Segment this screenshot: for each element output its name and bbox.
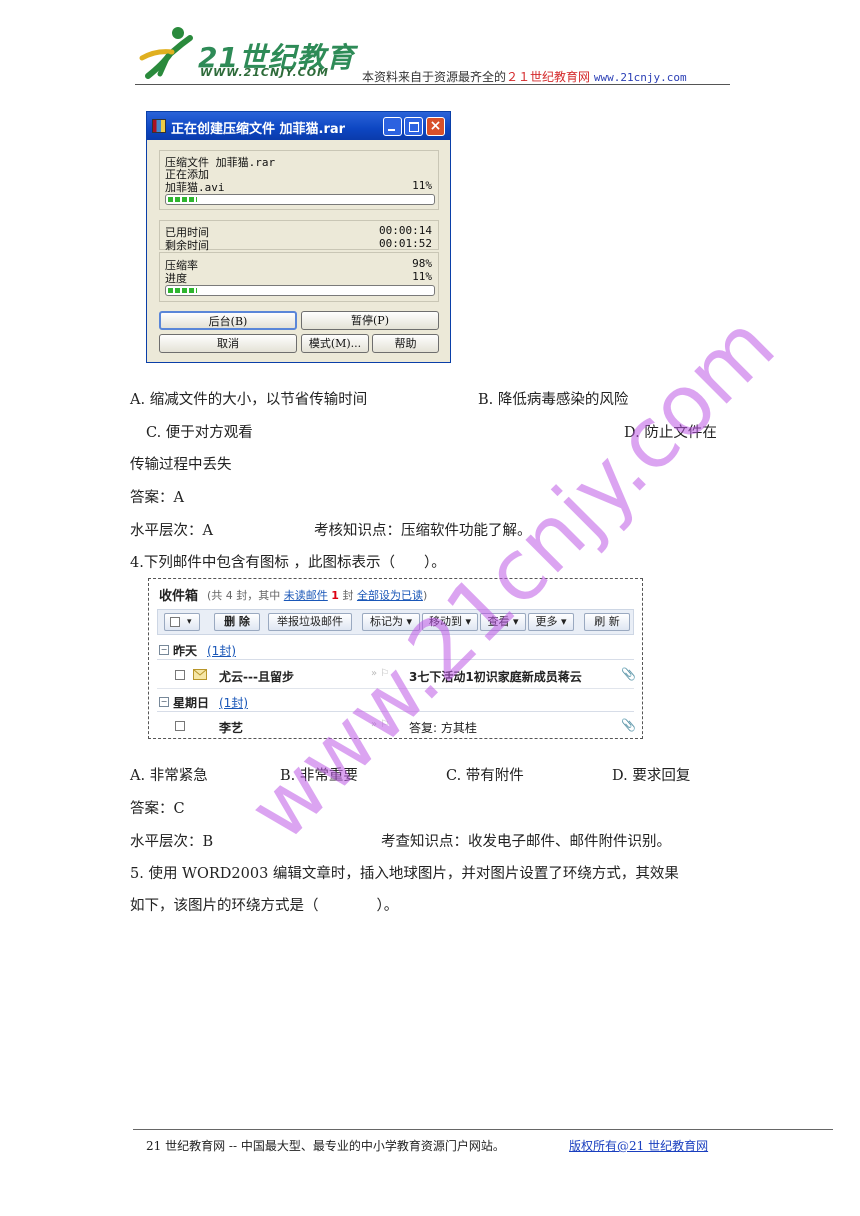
- attachment-icon: 📎: [621, 667, 636, 681]
- maximize-icon[interactable]: [404, 117, 423, 136]
- footer-copyright-link[interactable]: 版权所有@21 世纪教育网: [569, 1137, 708, 1154]
- logo: [138, 24, 198, 80]
- mark-all-read-link[interactable]: 全部设为已读: [357, 589, 423, 602]
- elapsed-value: 00:00:14: [379, 224, 432, 237]
- collapse-icon[interactable]: −: [159, 697, 169, 707]
- footer-divider: [133, 1129, 833, 1130]
- q3-option-b: B. 降低病毒感染的风险: [478, 392, 629, 408]
- help-button[interactable]: 帮助: [372, 334, 439, 353]
- header-note-prefix: 本资料来自于资源最齐全的: [362, 70, 507, 84]
- remaining-label: 剩余时间: [165, 239, 209, 252]
- q3-option-a: A. 缩减文件的大小，以节省传输时间: [130, 392, 368, 408]
- q4-stem: 4.下列邮件中包含有图标 ，此图标表示（ ）。: [130, 555, 446, 571]
- group-count[interactable]: (1封): [207, 642, 236, 659]
- group-label: 昨天: [173, 644, 198, 658]
- progress-label: 进度: [165, 272, 187, 285]
- dialog-titlebar[interactable]: 正在创建压缩文件 加菲猫.rar ×: [147, 112, 450, 140]
- row-checkbox[interactable]: [175, 670, 185, 680]
- attachment-icon: 📎: [621, 718, 636, 732]
- minimize-icon[interactable]: [383, 117, 402, 136]
- header-divider: [135, 84, 730, 85]
- file-progress-bar: [165, 194, 435, 205]
- inbox-summary: (共 4 封，其中 未读邮件 1 封 全部设为已读): [207, 587, 427, 603]
- mail-sender: 尤云---且留步: [219, 670, 294, 684]
- file-percent: 11%: [412, 179, 432, 192]
- select-all-dropdown[interactable]: ▾: [164, 613, 200, 631]
- unread-link[interactable]: 未读邮件: [284, 589, 328, 602]
- total-progress-fill: [168, 288, 198, 293]
- q4-option-a: A. 非常紧急: [130, 768, 208, 784]
- q3-option-c: C. 便于对方观看: [146, 425, 253, 441]
- background-button[interactable]: 后台(B): [159, 311, 297, 330]
- q3-level: 水平层次：A: [130, 523, 213, 539]
- q4-option-c: C. 带有附件: [446, 768, 524, 784]
- close-icon[interactable]: ×: [426, 117, 445, 136]
- q5-line1: 5. 使用 WORD2003 编辑文章时，插入地球图片，并对图片设置了环绕方式，…: [130, 866, 679, 882]
- refresh-button[interactable]: 刷 新: [584, 613, 630, 631]
- inbox-title: 收件箱: [159, 589, 199, 604]
- dialog-title: 正在创建压缩文件 加菲猫.rar: [171, 122, 346, 137]
- select-all-checkbox[interactable]: [170, 617, 180, 627]
- cancel-button[interactable]: 取消: [159, 334, 297, 353]
- header-note: 本资料来自于资源最齐全的２１世纪教育网 www.21cnjy.com: [362, 68, 687, 85]
- summary-mid: 封: [342, 589, 354, 602]
- row-checkbox[interactable]: [175, 721, 185, 731]
- current-file: 加菲猫.avi: [165, 181, 225, 194]
- progress-value: 11%: [412, 270, 432, 283]
- chevron-down-icon: ▾: [187, 617, 192, 627]
- delete-button[interactable]: 删 除: [214, 613, 260, 631]
- header-note-site: ２１世纪教育网: [506, 70, 591, 84]
- mail-sender: 李艺: [219, 721, 244, 735]
- envelope-icon: [193, 669, 207, 680]
- q4-option-d: D. 要求回复: [612, 768, 691, 784]
- mode-button[interactable]: 模式(M)...: [301, 334, 369, 353]
- q3-answer: 答案：A: [130, 490, 184, 506]
- logo-runner-icon: [139, 27, 193, 79]
- unread-count: 1: [331, 589, 339, 602]
- file-progress-fill: [168, 197, 198, 202]
- report-spam-button[interactable]: 举报垃圾邮件: [268, 613, 352, 631]
- q5-line2: 如下，该图片的环绕方式是（ ）。: [130, 898, 399, 914]
- q4-knowledge: 考查知识点：收发电子邮件、邮件附件识别。: [381, 834, 671, 850]
- group-label: 星期日: [173, 696, 210, 710]
- winrar-progress-dialog: 正在创建压缩文件 加菲猫.rar × 压缩文件 加菲猫.rar 正在添加 加菲猫…: [146, 111, 451, 363]
- pause-button[interactable]: 暂停(P): [301, 311, 439, 330]
- q4-answer: 答案：C: [130, 801, 185, 817]
- winrar-app-icon: [152, 119, 166, 133]
- group-count[interactable]: (1封): [219, 694, 248, 711]
- q4-level: 水平层次：B: [130, 834, 214, 850]
- logo-url: WWW.21CNJY.COM: [200, 66, 329, 79]
- collapse-icon[interactable]: −: [159, 645, 169, 655]
- summary-pre: (共 4 封，其中: [207, 589, 281, 602]
- footer-text: 21 世纪教育网 -- 中国最大型、最专业的中小学教育资源门户网站。: [146, 1139, 505, 1153]
- total-progress-bar: [165, 285, 435, 296]
- q3-option-d-cont: 传输过程中丢失: [130, 457, 232, 473]
- ratio-value: 98%: [412, 257, 432, 270]
- header-note-url[interactable]: www.21cnjy.com: [594, 71, 687, 84]
- remaining-value: 00:01:52: [379, 237, 432, 250]
